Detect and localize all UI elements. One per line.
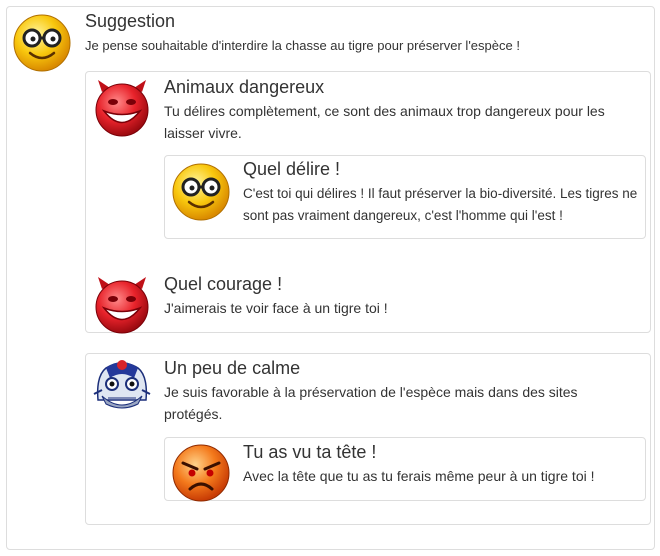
- comment-body: J'aimerais te voir face à un tigre toi !: [164, 300, 388, 316]
- devil-grin-smiley-icon: [92, 275, 152, 335]
- comment-body: Je pense souhaitable d'interdire la chas…: [85, 38, 520, 53]
- devil-grin-smiley-icon: [92, 78, 152, 138]
- angry-smiley-icon: [171, 443, 231, 503]
- comment-title: Tu as vu ta tête !: [243, 442, 377, 462]
- comment-body: C'est toi qui délires ! Il faut préserve…: [243, 186, 638, 223]
- comment-body: Tu délires complètement, ce sont des ani…: [164, 103, 605, 141]
- lion-dance-mask-icon: [92, 356, 152, 416]
- comment-title: Animaux dangereux: [164, 77, 325, 97]
- comment-body: Avec la tête que tu as tu ferais même pe…: [243, 468, 595, 484]
- comment-title: Suggestion: [85, 11, 176, 31]
- nerd-glasses-smiley-icon: [171, 162, 231, 222]
- nerd-glasses-smiley-icon: [12, 13, 72, 73]
- comment-title: Un peu de calme: [164, 358, 301, 378]
- comment-body: Je suis favorable à la préservation de l…: [164, 384, 578, 422]
- comment-title: Quel délire !: [243, 159, 341, 179]
- comment-title: Quel courage !: [164, 274, 283, 294]
